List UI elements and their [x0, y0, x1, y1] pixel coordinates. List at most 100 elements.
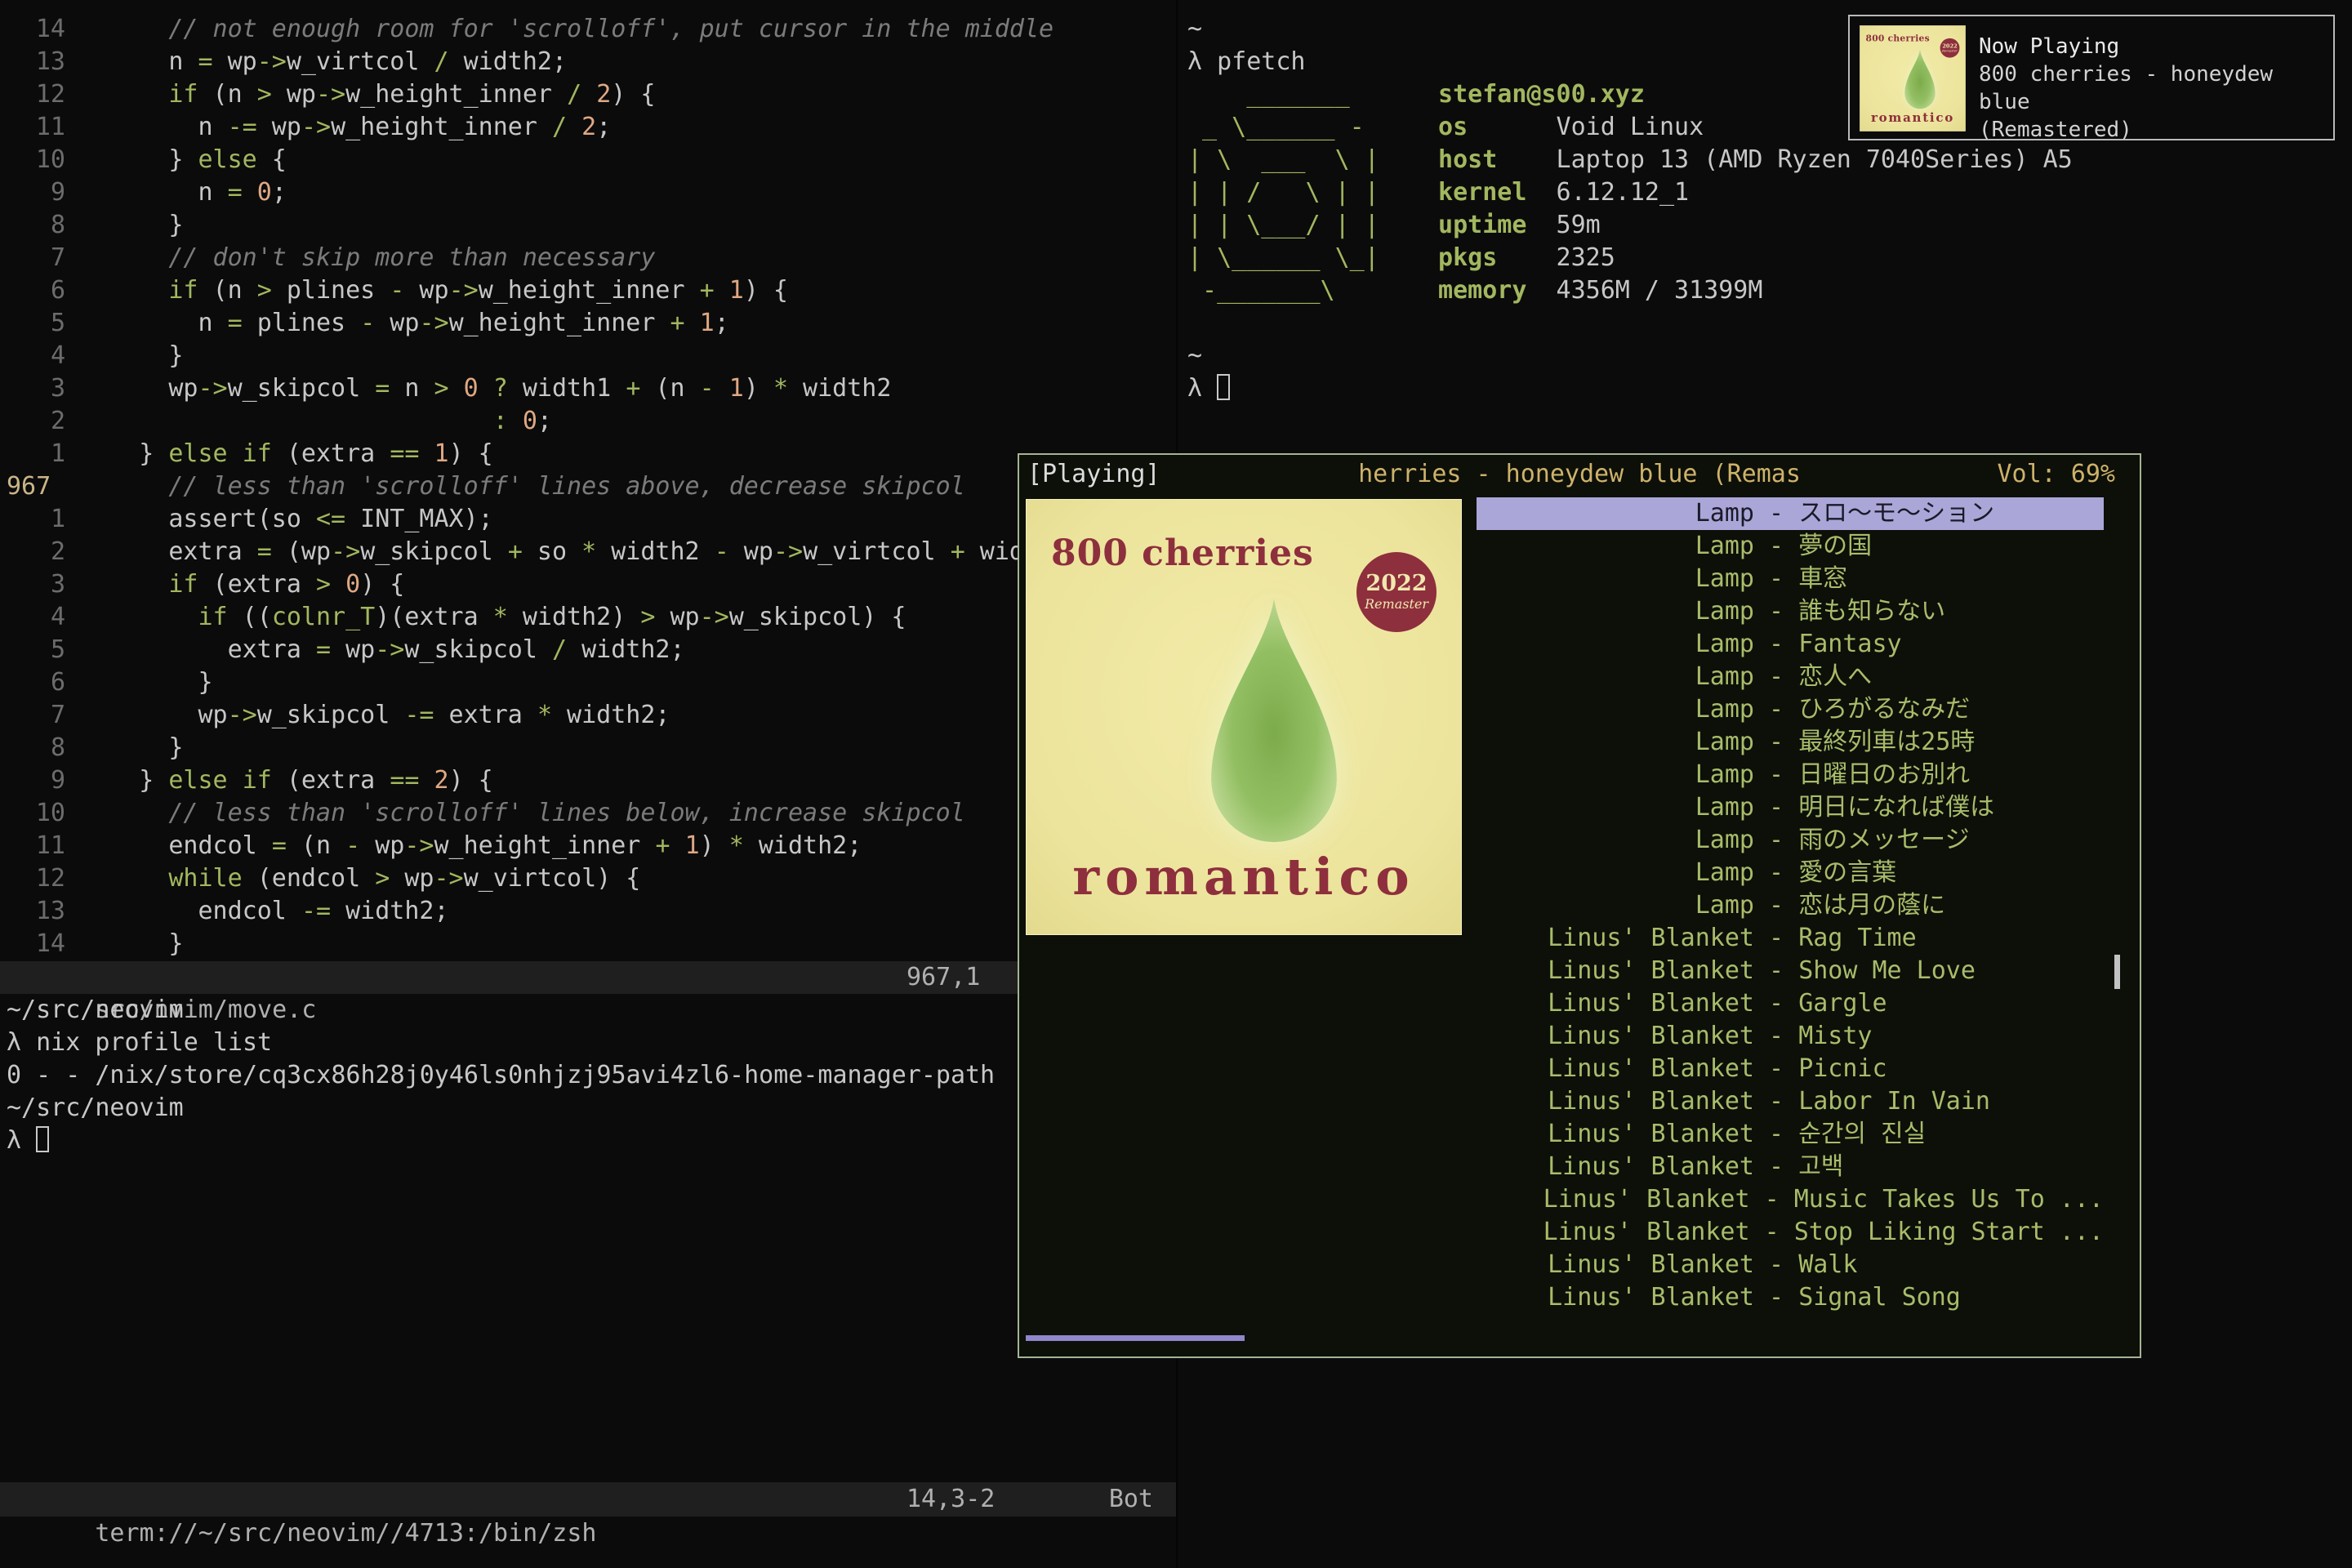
terminal-line: ~ [1187, 340, 2352, 372]
track-row[interactable]: Linus' Blanket - Music Takes Us To ... [1477, 1183, 2104, 1216]
code-line: 7 wp->w_skipcol -= extra * width2; [7, 699, 1176, 732]
line-number: 9 [7, 176, 65, 209]
terminal-line: ~/src/neovim [7, 994, 1176, 1027]
code-line: 8 } [7, 209, 1176, 242]
code-line: 9 } else if (extra == 2) { [7, 764, 1176, 797]
album-title-text: romantico [1860, 110, 1965, 125]
code-line: 1 assert(so <= INT_MAX); [7, 503, 1176, 536]
playlist-scrollbar-thumb[interactable] [2114, 955, 2120, 989]
track-row[interactable]: Lamp - 明日になれば僕は [1477, 791, 2104, 824]
terminal-statusline: term://~/src/neovim//4713:/bin/zsh 14,3-… [0, 1482, 1176, 1517]
track-row[interactable]: Lamp - 恋は月の蔭に [1477, 889, 2104, 922]
code-line: 11 endcol = (n - wp->w_height_inner + 1)… [7, 830, 1176, 862]
track-row[interactable]: Lamp - 最終列車は25時 [1477, 726, 2104, 759]
line-number: 6 [7, 274, 65, 307]
terminal-line: -_______\ memory 4356M / 31399M [1187, 274, 2352, 307]
playlist[interactable]: Lamp - スロ〜モ〜ションLamp - 夢の国Lamp - 車窓Lamp -… [1477, 497, 2104, 1314]
track-row[interactable]: Lamp - 恋人へ [1477, 661, 2104, 693]
line-number: 11 [7, 111, 65, 144]
code-line: 967 // less than 'scrolloff' lines above… [7, 470, 1176, 503]
line-number: 6 [7, 666, 65, 699]
terminal-buffer-title: term://~/src/neovim//4713:/bin/zsh [95, 1519, 596, 1548]
code-line: 2 extra = (wp->w_skipcol + so * width2 -… [7, 536, 1176, 568]
track-row[interactable]: Linus' Blanket - Misty [1477, 1020, 2104, 1053]
line-number: 5 [7, 307, 65, 340]
player-state: [Playing] [1027, 458, 1160, 491]
track-row-selected[interactable]: Lamp - スロ〜モ〜ション [1477, 497, 2104, 530]
code-line: 11 n -= wp->w_height_inner / 2; [7, 111, 1176, 144]
album-art-large: 800 cherries2022Remasterromantico [1026, 499, 1462, 935]
line-number: 10 [7, 797, 65, 830]
terminal-line: λ nix profile list [7, 1027, 1176, 1059]
code-line: 4 } [7, 340, 1176, 372]
track-row[interactable]: Lamp - Fantasy [1477, 628, 2104, 661]
line-number: 7 [7, 699, 65, 732]
terminal-cursor [36, 1126, 49, 1152]
player-volume: Vol: 69% [1998, 458, 2116, 491]
code-line: 12 if (n > wp->w_height_inner / 2) { [7, 78, 1176, 111]
line-number: 14 [7, 13, 65, 46]
line-number: 1 [7, 438, 65, 470]
track-row[interactable]: Linus' Blanket - Stop Liking Start ... [1477, 1216, 2104, 1249]
player-song-marquee: herries - honeydew blue (Remas [1019, 458, 2140, 491]
terminal-line: | | / \ | | kernel 6.12.12_1 [1187, 176, 2352, 209]
album-cover: 800 cherries2022Remasterromantico [1026, 499, 1462, 935]
track-row[interactable]: Lamp - ひろがるなみだ [1477, 693, 2104, 726]
track-row[interactable]: Linus' Blanket - Signal Song [1477, 1281, 2104, 1314]
code-line: 13 n = wp->w_virtcol / width2; [7, 46, 1176, 78]
code-line: 6 } [7, 666, 1176, 699]
track-row[interactable]: Linus' Blanket - 고백 [1477, 1151, 2104, 1183]
now-playing-notification[interactable]: 800 cherries2022Remasterromantico Now Pl… [1848, 15, 2335, 140]
code-line: 7 // don't skip more than necessary [7, 242, 1176, 274]
code-line: 10 // less than 'scrolloff' lines below,… [7, 797, 1176, 830]
track-row[interactable]: Lamp - 雨のメッセージ [1477, 824, 2104, 857]
statusline-ruler: 967,1 [906, 961, 980, 994]
track-row[interactable]: Lamp - 愛の言葉 [1477, 857, 2104, 889]
line-number: 967 [7, 470, 65, 503]
line-number: 12 [7, 78, 65, 111]
code-line: 12 while (endcol > wp->w_virtcol) { [7, 862, 1176, 895]
terminal-scroll-indicator: Bot [1109, 1482, 1153, 1517]
drop-graphic [1897, 47, 1942, 119]
track-row[interactable]: Linus' Blanket - Picnic [1477, 1053, 2104, 1085]
track-row[interactable]: Lamp - 夢の国 [1477, 530, 2104, 563]
line-number: 5 [7, 634, 65, 666]
track-row[interactable]: Linus' Blanket - Labor In Vain [1477, 1085, 2104, 1118]
line-number: 8 [7, 732, 65, 764]
track-row[interactable]: Linus' Blanket - Show Me Love [1477, 955, 2104, 987]
music-player-window[interactable]: [Playing] herries - honeydew blue (Remas… [1018, 453, 2141, 1358]
player-progress-bar[interactable] [1026, 1335, 1245, 1341]
drop-graphic [1182, 586, 1366, 884]
line-number: 4 [7, 601, 65, 634]
track-row[interactable]: Linus' Blanket - Gargle [1477, 987, 2104, 1020]
line-number: 7 [7, 242, 65, 274]
line-number: 2 [7, 405, 65, 438]
code-line: 1 } else if (extra == 1) { [7, 438, 1176, 470]
track-row[interactable]: Linus' Blanket - Rag Time [1477, 922, 2104, 955]
terminal-output[interactable]: ~/src/neovimλ nix profile list0 - - /nix… [0, 994, 1176, 1157]
editor-statusline: src/nvim/move.c 967,1 [0, 961, 1176, 994]
terminal-line: λ [7, 1125, 1176, 1157]
screen: 14 // not enough room for 'scrolloff', p… [0, 0, 2352, 1568]
track-row[interactable]: Lamp - 車窓 [1477, 563, 2104, 595]
line-number: 11 [7, 830, 65, 862]
line-number: 4 [7, 340, 65, 372]
code-line: 13 endcol -= width2; [7, 895, 1176, 928]
terminal-line: | \ ___ \ | host Laptop 13 (AMD Ryzen 70… [1187, 144, 2352, 176]
line-number: 2 [7, 536, 65, 568]
terminal-line: | | \___/ | | uptime 59m [1187, 209, 2352, 242]
terminal-line [1187, 307, 2352, 340]
code-line: 4 if ((colnr_T)(extra * width2) > wp->w_… [7, 601, 1176, 634]
terminal-line: λ [1187, 372, 2352, 405]
track-row[interactable]: Lamp - 日曜日のお別れ [1477, 759, 2104, 791]
track-row[interactable]: Linus' Blanket - Walk [1477, 1249, 2104, 1281]
track-row[interactable]: Linus' Blanket - 순간의 진실 [1477, 1118, 2104, 1151]
nvim-pane: 14 // not enough room for 'scrolloff', p… [0, 0, 1176, 1568]
terminal-line: | \______ \_| pkgs 2325 [1187, 242, 2352, 274]
line-number: 13 [7, 46, 65, 78]
track-row[interactable]: Lamp - 誰も知らない [1477, 595, 2104, 628]
editor-lines[interactable]: 14 // not enough room for 'scrolloff', p… [0, 0, 1176, 961]
code-line: 8 } [7, 732, 1176, 764]
album-art-thumbnail: 800 cherries2022Remasterromantico [1860, 25, 1966, 131]
line-number: 8 [7, 209, 65, 242]
